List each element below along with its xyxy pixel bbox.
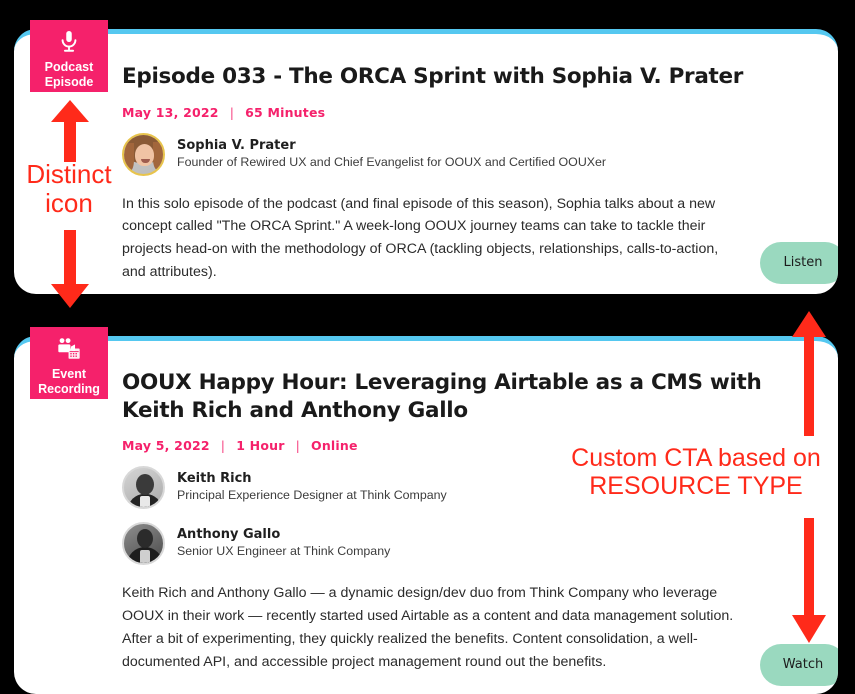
microphone-icon [61,31,77,52]
person-text: Anthony Gallo Senior UX Engineer at Thin… [177,527,390,560]
badge-label-line1: Event [51,367,87,381]
page-title: Episode 033 - The ORCA Sprint with Sophi… [122,64,744,89]
video-camera-calendar-icon [58,338,80,359]
card-body: OOUX Happy Hour: Leveraging Airtable as … [14,341,838,694]
meta-separator: | [220,438,226,454]
arrow-down-to-event-badge [51,230,89,308]
person-name: Keith Rich [177,471,252,487]
badge-label-line2: Recording [38,381,100,396]
card-meta: May 5, 2022 | 1 Hour | Online [122,438,838,453]
badge-event-recording[interactable]: Event Recording [30,327,108,399]
arrow-up-to-listen-button [792,311,826,436]
list-item: Keith Rich Principal Experience Designer… [122,466,838,510]
meta-duration: 65 Minutes [245,104,326,120]
card-body: Episode 033 - The ORCA Sprint with Sophi… [14,34,838,294]
badge-label: Event Recording [34,367,104,397]
meta-location: Online [311,438,358,454]
card-description: Keith Rich and Anthony Gallo — a dynamic… [122,585,734,670]
person-role: Principal Experience Designer at Think C… [177,488,447,503]
arrow-up-to-podcast-badge [51,100,89,162]
meta-date: May 5, 2022 [122,438,210,454]
card-meta: May 13, 2022 | 65 Minutes [122,105,838,120]
meta-separator: | [295,438,300,454]
badge-label-line1: Podcast [44,60,94,74]
list-item: Anthony Gallo Senior UX Engineer at Thin… [122,522,838,566]
person-name: Sophia V. Prater [177,137,296,153]
avatar [122,132,165,176]
person-text: Sophia V. Prater Founder of Rewired UX a… [177,138,606,171]
resource-card-event[interactable]: OOUX Happy Hour: Leveraging Airtable as … [14,336,838,694]
person-name: Anthony Gallo [177,527,281,543]
screenshot-stage: Episode 033 - The ORCA Sprint with Sophi… [0,0,855,694]
person-role: Founder of Rewired UX and Chief Evangeli… [177,154,607,169]
avatar [122,522,165,566]
page-title: OOUX Happy Hour: Leveraging Airtable as … [122,370,762,423]
meta-date: May 13, 2022 [122,104,219,120]
meta-separator: | [229,104,235,120]
person-text: Keith Rich Principal Experience Designer… [177,471,447,504]
avatar [122,466,165,510]
card-description: In this solo episode of the podcast (and… [122,195,719,281]
person-role: Senior UX Engineer at Think Company [177,544,391,559]
listen-button[interactable]: Listen [760,242,838,284]
watch-button[interactable]: Watch [760,644,838,686]
list-item: Sophia V. Prater Founder of Rewired UX a… [122,132,838,176]
badge-podcast-episode[interactable]: Podcast Episode [30,20,108,92]
resource-card-podcast[interactable]: Episode 033 - The ORCA Sprint with Sophi… [14,29,838,294]
badge-label-line2: Episode [44,74,94,89]
arrow-down-to-watch-button [792,518,826,643]
badge-label: Podcast Episode [34,60,104,90]
meta-duration: 1 Hour [236,438,285,454]
